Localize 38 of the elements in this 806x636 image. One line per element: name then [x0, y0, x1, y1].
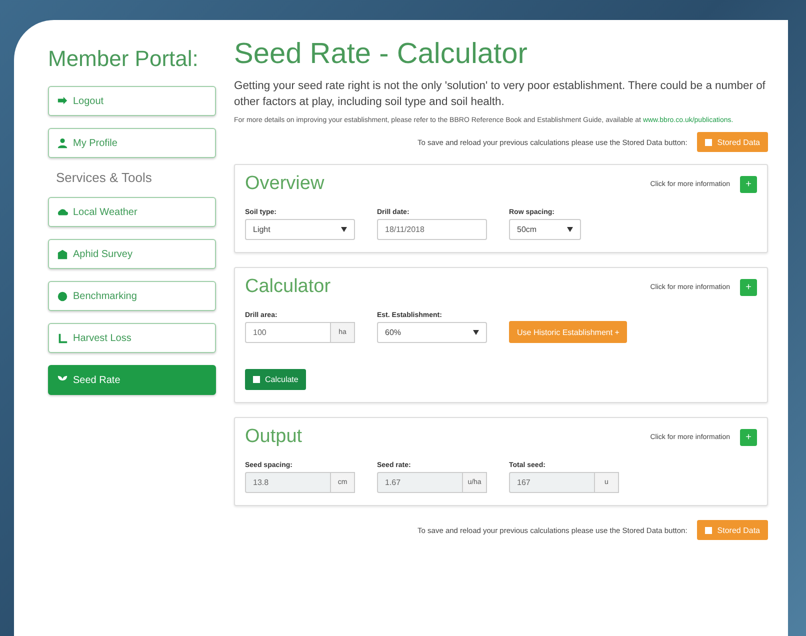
input-field[interactable]: 18/11/2018	[377, 219, 487, 240]
nav-button[interactable]: Harvest Loss	[48, 323, 216, 353]
caret-icon	[567, 227, 573, 232]
stored-data-button[interactable]: Stored Data	[697, 132, 768, 152]
nav-button[interactable]: Aphid Survey	[48, 239, 216, 269]
nav-icon	[57, 290, 68, 302]
expand-button[interactable]: +	[740, 278, 757, 296]
input-field[interactable]: 100	[245, 322, 331, 344]
nav-icon	[57, 206, 68, 218]
panel-title: Calculator	[245, 276, 331, 298]
nav-button[interactable]: Logout	[48, 86, 216, 116]
dropdown[interactable]: Light	[245, 219, 355, 240]
page-title: Seed Rate - Calculator	[234, 38, 528, 71]
nav-icon	[57, 96, 68, 106]
calculate-button[interactable]: Calculate	[245, 369, 306, 390]
expand-button[interactable]: +	[740, 176, 757, 193]
panel-title: Output	[245, 426, 302, 448]
dropdown[interactable]: 50cm	[509, 219, 581, 240]
dropdown[interactable]: 60%	[377, 322, 487, 344]
nav-icon	[57, 138, 68, 148]
input-field[interactable]: 1.67	[377, 472, 463, 494]
intro-text: Getting your seed rate right is not the only 'solution' to very poor establishment. There could be a number of other factors at play, including soil type and soil health.	[234, 79, 766, 110]
portal-title: Member Portal:	[48, 46, 200, 72]
nav-button[interactable]: Seed Rate	[48, 365, 216, 395]
panel-title: Overview	[245, 173, 324, 196]
nav-button[interactable]: Local Weather	[48, 197, 216, 227]
stored-data-button[interactable]: Stored Data	[697, 520, 768, 540]
input-field[interactable]: 167	[509, 472, 595, 494]
nav-button[interactable]: Benchmarking	[48, 281, 216, 311]
nav-icon	[57, 332, 68, 344]
historic-button[interactable]: Use Historic Establishment +	[509, 321, 628, 344]
input-field[interactable]: 13.8	[245, 472, 331, 494]
nav-button[interactable]: My Profile	[48, 128, 216, 158]
caret-icon	[341, 227, 347, 232]
expand-button[interactable]: +	[740, 428, 757, 446]
caret-icon	[473, 330, 479, 336]
section-title: Services & Tools	[55, 170, 153, 185]
nav-icon	[57, 248, 68, 260]
